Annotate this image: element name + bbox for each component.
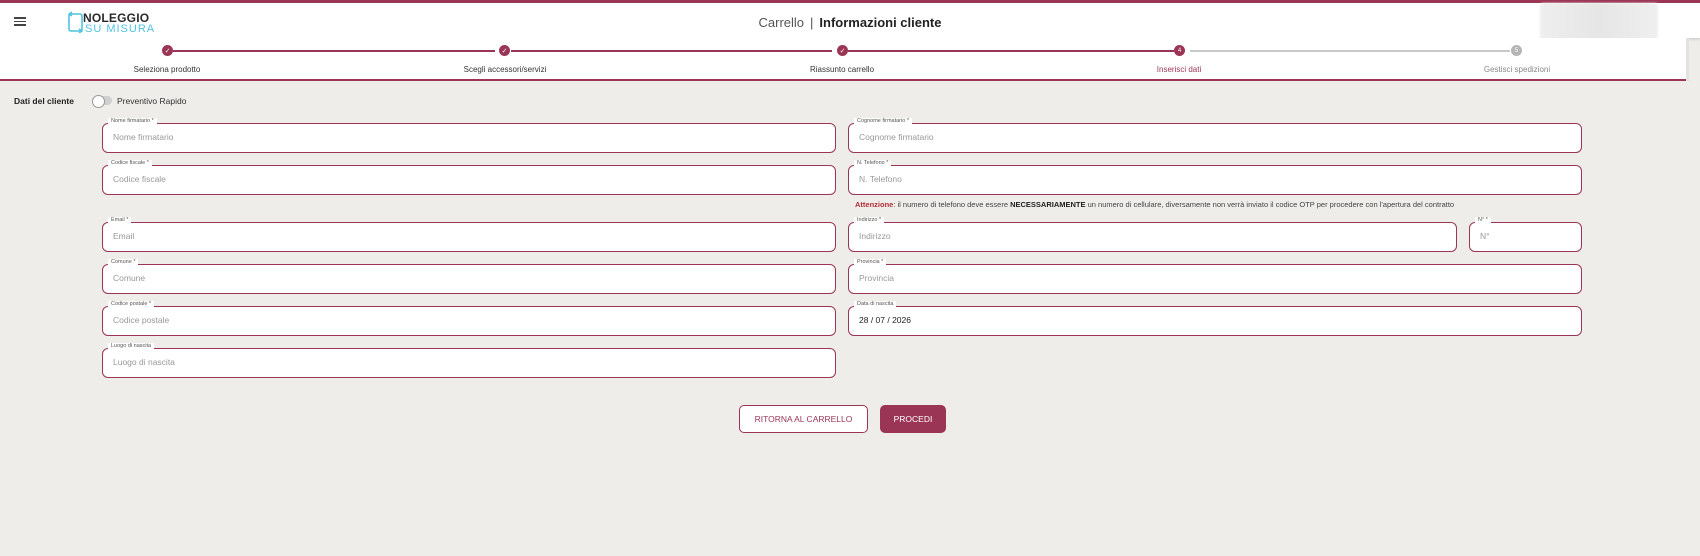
nome-field: Nome firmatario * <box>102 118 836 153</box>
cap-label: Codice postale * <box>108 301 155 307</box>
step-4-label: Inserisci dati <box>1156 65 1202 74</box>
provincia-field: Provincia * <box>848 259 1582 294</box>
nome-input[interactable] <box>113 132 825 142</box>
step-3-check-icon: ✓ <box>837 45 848 56</box>
warning-text-after: un numero di cellulare, diversamente non… <box>1085 200 1455 209</box>
warning-text-before: : il numero di telefono deve essere <box>893 200 1011 209</box>
step-5-marker: 5 <box>1511 45 1522 56</box>
indirizzo-input[interactable] <box>859 231 1446 241</box>
cognome-input[interactable] <box>859 132 1571 142</box>
civico-field: N° * <box>1469 217 1582 252</box>
section-title: Dati del cliente <box>14 96 74 106</box>
provincia-input[interactable] <box>859 273 1571 283</box>
step-connector <box>511 50 832 52</box>
cap-input[interactable] <box>113 315 825 325</box>
back-to-cart-button[interactable]: RITORNA AL CARRELLO <box>739 405 868 433</box>
step-1-label: Seleziona prodotto <box>133 65 201 74</box>
comune-input[interactable] <box>113 273 825 283</box>
step-1-check-icon: ✓ <box>162 45 173 56</box>
proceed-button[interactable]: PROCEDI <box>880 405 946 433</box>
cognome-label: Cognome firmatario * <box>854 118 912 124</box>
codice-fiscale-field: Codice fiscale * <box>102 160 836 195</box>
warning-label: Attenzione <box>855 200 894 209</box>
page-title: Informazioni cliente <box>819 15 942 30</box>
step-connector <box>848 50 1174 52</box>
indirizzo-label: Indirizzo * <box>854 217 885 223</box>
step-3-label: Riassunto carrello <box>809 65 875 74</box>
phone-warning: Attenzione: il numero di telefono deve e… <box>855 200 1454 209</box>
telefono-label: N. Telefono * <box>854 160 892 166</box>
luogo-nascita-field: Luogo di nascita <box>102 343 836 378</box>
data-nascita-field: Data di nascita <box>848 301 1582 336</box>
civico-input[interactable] <box>1480 231 1571 241</box>
breadcrumb-separator: | <box>810 15 814 30</box>
email-label: Email * <box>108 217 132 223</box>
top-bar: NOLEGGIO SU MISURA Carrello | Informazioni… <box>0 0 1700 47</box>
comune-field: Comune * <box>102 259 836 294</box>
codice-fiscale-label: Codice fiscale * <box>108 160 152 166</box>
telefono-field: N. Telefono * <box>848 160 1582 195</box>
step-connector <box>1190 50 1510 52</box>
checkout-stepper: ✓ ✓ ✓ 4 5 Seleziona prodotto Scegli acce… <box>0 38 1686 81</box>
civico-label: N° * <box>1475 217 1491 223</box>
data-nascita-label: Data di nascita <box>854 301 897 307</box>
indirizzo-field: Indirizzo * <box>848 217 1457 252</box>
step-5-label: Gestisci spedizioni <box>1483 65 1551 74</box>
quick-quote-label: Preventivo Rapido <box>117 96 187 106</box>
data-nascita-input[interactable] <box>859 315 1571 325</box>
nome-label: Nome firmatario * <box>108 118 157 124</box>
step-connector <box>173 50 495 52</box>
warning-emphasis: NECESSARIAMENTE <box>1010 200 1086 209</box>
cognome-field: Cognome firmatario * <box>848 118 1582 153</box>
luogo-nascita-label: Luogo di nascita <box>108 343 155 349</box>
codice-fiscale-input[interactable] <box>113 174 825 184</box>
scrollbar[interactable] <box>1686 38 1689 81</box>
step-2-check-icon: ✓ <box>499 45 510 56</box>
quick-quote-toggle[interactable] <box>92 95 112 108</box>
telefono-input[interactable] <box>859 174 1571 184</box>
page-header: Carrello | Informazioni cliente <box>0 15 1700 30</box>
email-field: Email * <box>102 217 836 252</box>
step-2-label: Scegli accessori/servizi <box>463 65 547 74</box>
provincia-label: Provincia * <box>854 259 887 265</box>
luogo-nascita-input[interactable] <box>113 357 825 367</box>
cap-field: Codice postale * <box>102 301 836 336</box>
email-input[interactable] <box>113 231 825 241</box>
breadcrumb-cart[interactable]: Carrello <box>759 15 805 30</box>
comune-label: Comune * <box>108 259 139 265</box>
step-4-marker: 4 <box>1174 45 1185 56</box>
